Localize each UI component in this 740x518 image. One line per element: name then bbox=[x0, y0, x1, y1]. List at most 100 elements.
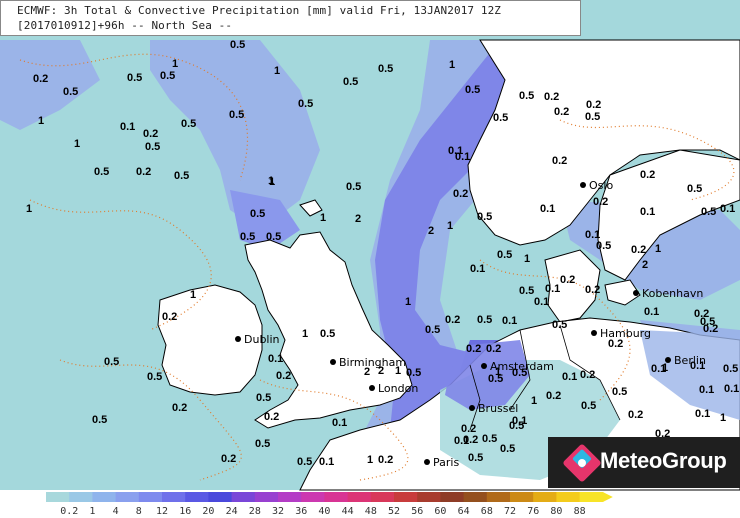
colorbar-segment bbox=[46, 492, 70, 502]
precip-value-label: 2 bbox=[364, 366, 370, 378]
precip-value-label: 1 bbox=[172, 58, 178, 70]
colorbar-tick-label: 1 bbox=[89, 506, 95, 517]
precip-value-label: 0.5 bbox=[406, 367, 421, 379]
precip-value-label: 0.5 bbox=[378, 63, 393, 75]
precip-value-label: 1 bbox=[367, 454, 373, 466]
precip-value-label: 0.5 bbox=[255, 438, 270, 450]
precip-value-label: 0.5 bbox=[519, 285, 534, 297]
precip-value-label: 0.5 bbox=[92, 414, 107, 426]
precip-value-label: 2 bbox=[642, 259, 648, 271]
city-label-brussel: Brussel bbox=[478, 402, 518, 415]
precip-value-label: 0.2 bbox=[628, 409, 643, 421]
colorbar-segment bbox=[347, 492, 372, 502]
city-dot-dublin bbox=[235, 336, 241, 342]
precip-value-label: 0.5 bbox=[482, 433, 497, 445]
precip-value-label: 0.1 bbox=[562, 371, 577, 383]
city-dot-kobenhavn bbox=[633, 290, 639, 296]
colorbar-tick-label: 72 bbox=[504, 506, 516, 517]
precip-value-label: 1 bbox=[495, 366, 501, 378]
precip-value-label: 0.2 bbox=[172, 402, 187, 414]
colorbar-tick-label: 8 bbox=[136, 506, 142, 517]
precip-value-label: 0.5 bbox=[320, 328, 335, 340]
city-dot-birmingham bbox=[330, 359, 336, 365]
precip-value-label: 1 bbox=[524, 253, 530, 265]
precip-value-label: 1 bbox=[720, 412, 726, 424]
precip-value-label: 0.1 bbox=[699, 384, 714, 396]
precip-value-label: 1 bbox=[302, 328, 308, 340]
colorbar-tick-label: 36 bbox=[295, 506, 307, 517]
precip-value-label: 1 bbox=[655, 243, 661, 255]
precip-value-label: 1 bbox=[26, 203, 32, 215]
precip-value-label: 0.1 bbox=[332, 417, 347, 429]
colorbar-tick-label: 52 bbox=[388, 506, 400, 517]
colorbar-segment bbox=[324, 492, 349, 502]
precip-value-label: 0.5 bbox=[147, 371, 162, 383]
city-label-kobenhavn: Kobenhavn bbox=[642, 287, 703, 300]
precip-value-label: 0.5 bbox=[256, 392, 271, 404]
precip-value-label: 0.2 bbox=[276, 370, 291, 382]
precip-value-label: 1 bbox=[190, 289, 196, 301]
precip-value-label: 1 bbox=[531, 395, 537, 407]
colorbar-segment bbox=[394, 492, 418, 502]
precip-value-label: 0.5 bbox=[687, 183, 702, 195]
precip-value-label: 0.2 bbox=[136, 166, 151, 178]
precip-value-label: 2 bbox=[428, 225, 434, 237]
precip-value-label: 0.5 bbox=[174, 170, 189, 182]
colorbar-tick-label: 20 bbox=[202, 506, 214, 517]
precip-value-label: 1 bbox=[447, 220, 453, 232]
colorbar-segment bbox=[162, 492, 186, 502]
colorbar-segment bbox=[417, 492, 441, 502]
precip-value-label: 0.5 bbox=[343, 76, 358, 88]
precip-value-label: 0.2 bbox=[143, 128, 158, 140]
precip-value-label: 0.5 bbox=[346, 181, 361, 193]
colorbar-tick-label: 32 bbox=[272, 506, 284, 517]
colorbar-tick-label: 12 bbox=[156, 506, 168, 517]
precip-value-label: 1 bbox=[449, 59, 455, 71]
precip-value-label: 0.2 bbox=[466, 343, 481, 355]
precip-value-label: 0.5 bbox=[477, 211, 492, 223]
city-dot-amsterdam bbox=[481, 363, 487, 369]
colorbar-segment bbox=[138, 492, 163, 502]
colorbar-segment bbox=[185, 492, 209, 502]
precip-value-label: 0.1 bbox=[720, 203, 735, 215]
precip-value-label: 0.1 bbox=[502, 315, 517, 327]
colorbar-segment bbox=[510, 492, 534, 502]
precip-value-label: 0.1 bbox=[651, 363, 666, 375]
colorbar-segment bbox=[579, 492, 604, 502]
colorbar-segment bbox=[69, 492, 93, 502]
colorbar-tick-label: 24 bbox=[226, 506, 238, 517]
precip-value-label: 0.5 bbox=[465, 84, 480, 96]
precip-value-label: 0.2 bbox=[608, 338, 623, 350]
colorbar-tick-label: 88 bbox=[574, 506, 586, 517]
precip-value-label: 0.5 bbox=[94, 166, 109, 178]
precip-value-label: 0.5 bbox=[181, 118, 196, 130]
city-dot-brussel bbox=[469, 405, 475, 411]
precip-value-label: 0.2 bbox=[162, 311, 177, 323]
precip-value-label: 0.5 bbox=[723, 363, 738, 375]
city-dot-paris bbox=[424, 459, 430, 465]
precip-value-label: 2 bbox=[378, 365, 384, 377]
precip-value-label: 0.2 bbox=[453, 188, 468, 200]
colorbar-tick-label: 44 bbox=[342, 506, 354, 517]
colorbar-segment bbox=[254, 492, 279, 502]
precip-value-label: 1 bbox=[74, 138, 80, 150]
precip-value-label: 0.5 bbox=[63, 86, 78, 98]
precip-value-label: 0.5 bbox=[468, 452, 483, 464]
precip-value-label: 1 bbox=[268, 175, 274, 187]
colorbar-arrow bbox=[602, 492, 613, 502]
precip-value-label: 0.1 bbox=[470, 263, 485, 275]
precip-value-label: 0.2 bbox=[703, 323, 718, 335]
precip-value-label: 0.1 bbox=[534, 296, 549, 308]
colorbar-tick-label: 68 bbox=[481, 506, 493, 517]
city-dot-hamburg bbox=[591, 330, 597, 336]
colorbar-tick-label: 16 bbox=[179, 506, 191, 517]
precip-value-label: 0.1 bbox=[690, 360, 705, 372]
precip-value-label: 0.2 bbox=[554, 106, 569, 118]
precip-value-label: 0.2 bbox=[378, 454, 393, 466]
precip-value-label: 1 bbox=[320, 212, 326, 224]
precip-value-label: 0.2 bbox=[585, 284, 600, 296]
colorbar-tick-label: 28 bbox=[249, 506, 261, 517]
precip-value-label: 0.5 bbox=[104, 356, 119, 368]
precip-value-label: 2 bbox=[355, 213, 361, 225]
colorbar-segment bbox=[556, 492, 581, 502]
